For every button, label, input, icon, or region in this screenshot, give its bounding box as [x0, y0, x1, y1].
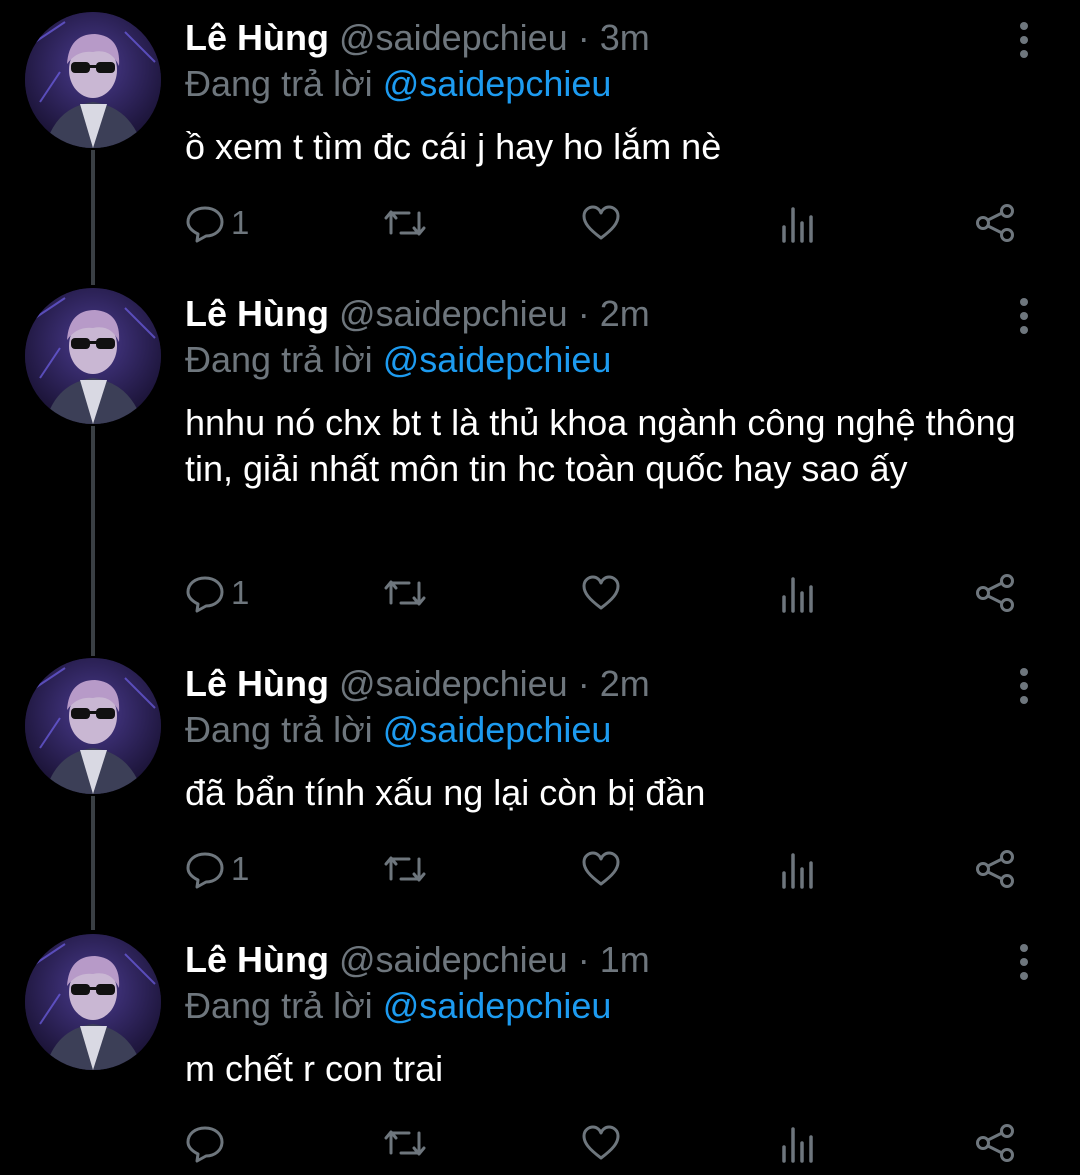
avatar[interactable] — [25, 934, 161, 1070]
retweet-icon — [383, 573, 427, 613]
replying-label: Đang trả lời — [185, 63, 373, 104]
heart-icon — [581, 1123, 621, 1163]
tweet[interactable]: Lê Hùng @saidepchieu · 2m Đang trả lời @… — [0, 646, 1080, 926]
separator-dot: · — [567, 293, 600, 334]
share-icon — [974, 573, 1016, 613]
retweet-button[interactable] — [383, 568, 427, 618]
heart-icon — [581, 203, 621, 243]
tweet-actions — [0, 1118, 1080, 1168]
retweet-icon — [383, 1123, 427, 1163]
more-vertical-icon[interactable] — [1009, 942, 1039, 982]
avatar[interactable] — [25, 288, 161, 424]
heart-icon — [581, 849, 621, 889]
replying-to-line: Đang trả lời @saidepchieu — [185, 984, 611, 1028]
tweet-header: Lê Hùng @saidepchieu · 2m — [185, 662, 650, 706]
tweet[interactable]: Lê Hùng @saidepchieu · 3m Đang trả lời @… — [0, 0, 1080, 280]
reply-icon — [185, 849, 225, 889]
analytics-icon — [780, 573, 816, 613]
tweet-text: hnhu nó chx bt t là thủ khoa ngành công … — [185, 402, 1016, 489]
avatar[interactable] — [25, 658, 161, 794]
tweet-header: Lê Hùng @saidepchieu · 2m — [185, 292, 650, 336]
reply-button[interactable]: 1 — [185, 198, 249, 248]
reply-count: 1 — [231, 850, 250, 887]
display-name[interactable]: Lê Hùng — [185, 293, 329, 334]
display-name[interactable]: Lê Hùng — [185, 663, 329, 704]
heart-icon — [581, 573, 621, 613]
analytics-button[interactable] — [780, 198, 816, 248]
username[interactable]: @saidepchieu — [339, 17, 568, 58]
share-icon — [974, 849, 1016, 889]
retweet-button[interactable] — [383, 844, 427, 894]
more-vertical-icon[interactable] — [1009, 666, 1039, 706]
tweet-text: ồ xem t tìm đc cái j hay ho lắm nè — [185, 126, 722, 167]
retweet-icon — [383, 203, 427, 243]
share-icon — [974, 203, 1016, 243]
replying-to-mention[interactable]: @saidepchieu — [383, 63, 612, 104]
tweet-actions: 1 — [0, 844, 1080, 894]
separator-dot: · — [567, 663, 600, 704]
reply-icon — [185, 573, 225, 613]
reply-icon — [185, 1123, 225, 1163]
timestamp[interactable]: 2m — [600, 663, 650, 704]
tweet[interactable]: Lê Hùng @saidepchieu · 1m Đang trả lời @… — [0, 922, 1080, 1175]
like-button[interactable] — [581, 844, 621, 894]
replying-label: Đang trả lời — [185, 339, 373, 380]
analytics-button[interactable] — [780, 844, 816, 894]
share-button[interactable] — [974, 198, 1016, 248]
share-button[interactable] — [974, 1118, 1016, 1168]
like-button[interactable] — [581, 198, 621, 248]
display-name[interactable]: Lê Hùng — [185, 17, 329, 58]
tweet[interactable]: Lê Hùng @saidepchieu · 2m Đang trả lời @… — [0, 276, 1080, 652]
replying-to-mention[interactable]: @saidepchieu — [383, 339, 612, 380]
replying-to-line: Đang trả lời @saidepchieu — [185, 338, 611, 382]
analytics-button[interactable] — [780, 1118, 816, 1168]
reply-button[interactable]: 1 — [185, 844, 249, 894]
like-button[interactable] — [581, 568, 621, 618]
tweet-header: Lê Hùng @saidepchieu · 1m — [185, 938, 650, 982]
separator-dot: · — [567, 17, 600, 58]
replying-to-line: Đang trả lời @saidepchieu — [185, 708, 611, 752]
username[interactable]: @saidepchieu — [339, 293, 568, 334]
tweet-actions: 1 — [0, 568, 1080, 618]
tweet-thread: Lê Hùng @saidepchieu · 3m Đang trả lời @… — [0, 0, 1080, 1175]
separator-dot: · — [567, 939, 600, 980]
timestamp[interactable]: 3m — [600, 17, 650, 58]
replying-to-line: Đang trả lời @saidepchieu — [185, 62, 611, 106]
tweet-header: Lê Hùng @saidepchieu · 3m — [185, 16, 650, 60]
username[interactable]: @saidepchieu — [339, 939, 568, 980]
reply-button[interactable]: 1 — [185, 568, 249, 618]
analytics-button[interactable] — [780, 568, 816, 618]
tweet-text: m chết r con trai — [185, 1048, 444, 1089]
retweet-button[interactable] — [383, 198, 427, 248]
share-button[interactable] — [974, 568, 1016, 618]
replying-to-mention[interactable]: @saidepchieu — [383, 985, 612, 1026]
share-icon — [974, 1123, 1016, 1163]
reply-count: 1 — [231, 574, 250, 611]
more-vertical-icon[interactable] — [1009, 20, 1039, 60]
reply-count: 1 — [231, 204, 250, 241]
like-button[interactable] — [581, 1118, 621, 1168]
retweet-button[interactable] — [383, 1118, 427, 1168]
analytics-icon — [780, 849, 816, 889]
avatar[interactable] — [25, 12, 161, 148]
analytics-icon — [780, 1123, 816, 1163]
more-vertical-icon[interactable] — [1009, 296, 1039, 336]
timestamp[interactable]: 1m — [600, 939, 650, 980]
display-name[interactable]: Lê Hùng — [185, 939, 329, 980]
tweet-actions: 1 — [0, 198, 1080, 248]
tweet-text: đã bẩn tính xấu ng lại còn bị đần — [185, 772, 706, 813]
retweet-icon — [383, 849, 427, 889]
replying-to-mention[interactable]: @saidepchieu — [383, 709, 612, 750]
timestamp[interactable]: 2m — [600, 293, 650, 334]
reply-icon — [185, 203, 225, 243]
username[interactable]: @saidepchieu — [339, 663, 568, 704]
share-button[interactable] — [974, 844, 1016, 894]
replying-label: Đang trả lời — [185, 985, 373, 1026]
reply-button[interactable] — [185, 1118, 231, 1168]
analytics-icon — [780, 203, 816, 243]
replying-label: Đang trả lời — [185, 709, 373, 750]
